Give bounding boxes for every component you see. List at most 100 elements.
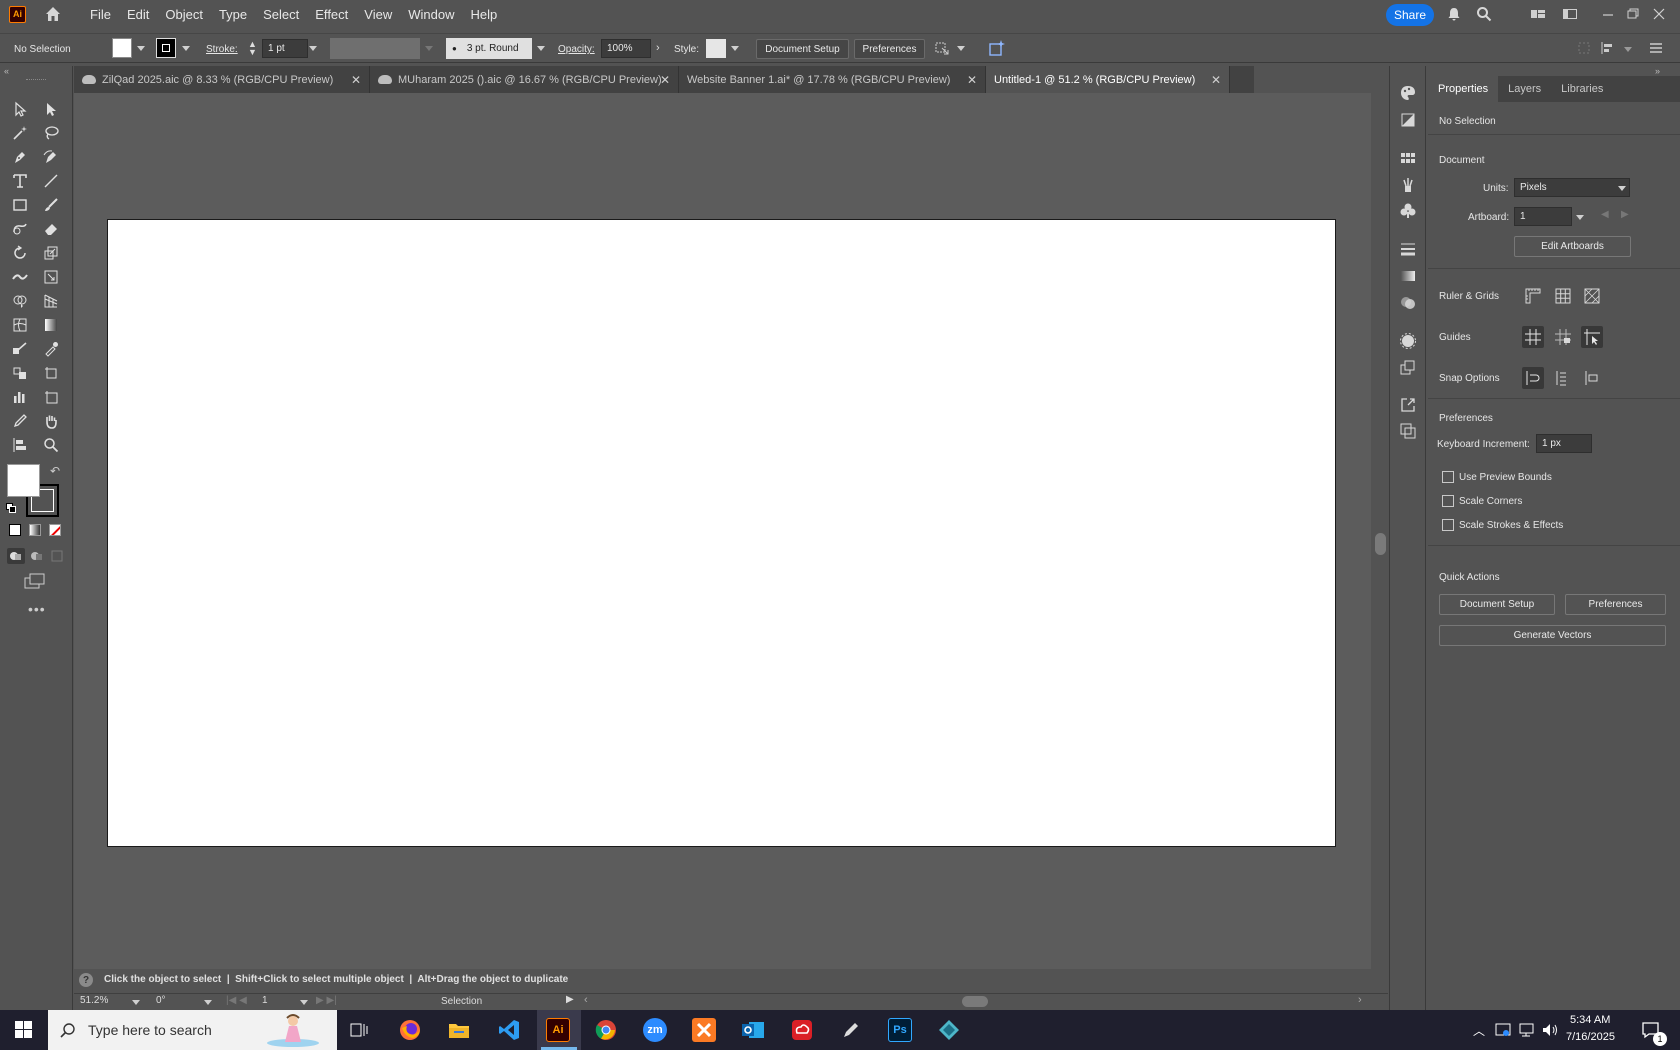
vertical-scroll-thumb[interactable] [1375,533,1386,555]
zoom-app-icon[interactable]: zm [643,1018,667,1042]
rotate-tool-icon[interactable] [9,242,31,264]
bell-icon[interactable] [1446,6,1462,22]
perspective-grid-tool-icon[interactable] [40,290,62,312]
opacity-arrow-icon[interactable]: › [656,42,660,54]
stroke-weight-input[interactable]: 1 pt [262,39,308,58]
restore-icon[interactable] [1625,6,1641,22]
stroke-weight-caret[interactable] [309,46,317,51]
brush-caret[interactable] [537,46,545,51]
tab-zilqad[interactable]: ZilQad 2025.aic @ 8.33 % (RGB/CPU Previe… [74,66,370,93]
brushes-icon[interactable] [1399,176,1417,194]
swap-colors-icon[interactable]: ↶ [50,464,60,478]
outlook-icon[interactable] [741,1018,765,1042]
menu-edit[interactable]: Edit [119,7,157,22]
scale-tool-icon[interactable] [40,242,62,264]
variable-width-profile[interactable] [330,38,420,59]
blend-tool-icon[interactable] [9,338,31,360]
magic-wand-tool-icon[interactable] [9,122,31,144]
shaper-tool-icon[interactable] [9,218,31,240]
align-caret[interactable] [1624,47,1632,52]
tab-libraries[interactable]: Libraries [1551,76,1613,102]
arrange-icon[interactable] [934,40,952,58]
share-button[interactable]: Share [1386,4,1434,26]
illustrator-taskbar-icon[interactable]: Ai [546,1018,570,1042]
clock-time[interactable]: 5:34 AM [1570,1014,1610,1026]
shape-builder-tool-icon[interactable] [9,290,31,312]
tray-app-icon[interactable] [1495,1022,1511,1038]
hand-tool-icon[interactable] [40,410,62,432]
snap-to-glyph-icon[interactable] [1581,367,1603,389]
artboard-caret[interactable] [1576,215,1584,220]
swatches-icon[interactable] [1399,149,1417,167]
menu-type[interactable]: Type [211,7,255,22]
screen-mode-icon[interactable] [24,573,46,589]
artboard-number-caret[interactable] [300,1000,308,1005]
color-guide-icon[interactable] [1399,111,1417,129]
transparency-icon[interactable] [1399,294,1417,312]
paintbrush-tool-icon[interactable] [40,194,62,216]
transparency-grid-icon[interactable] [1581,285,1603,307]
stroke-swatch[interactable] [156,38,176,58]
rectangle-tool-icon[interactable] [9,194,31,216]
canvas-area[interactable] [74,93,1371,969]
tab-layers[interactable]: Layers [1498,76,1551,102]
photoshop-taskbar-icon[interactable]: Ps [888,1018,912,1042]
default-colors-icon[interactable] [6,503,16,513]
fill-color-front[interactable] [7,464,40,497]
tab-untitled-1[interactable]: Untitled-1 @ 51.2 % (RGB/CPU Preview) ✕ [986,66,1230,93]
none-mode-icon[interactable] [49,524,61,536]
brush-definition[interactable]: ● 3 pt. Round [446,38,532,59]
snap-to-pixel-icon[interactable] [1552,367,1574,389]
xampp-icon[interactable] [692,1018,716,1042]
pen-app-icon[interactable] [839,1018,863,1042]
pen-tool-icon[interactable] [9,146,31,168]
more-tools-icon[interactable]: ••• [28,601,46,617]
gradient-panel-icon[interactable] [1399,267,1417,285]
status-menu-icon[interactable]: ▶ [566,994,574,1005]
snap-to-point-icon[interactable] [1522,367,1544,389]
close-window-icon[interactable] [1651,6,1667,22]
qa-preferences-button[interactable]: Preferences [1565,594,1666,615]
minimize-icon[interactable] [1600,6,1616,22]
draw-normal-icon[interactable] [7,548,25,564]
menu-view[interactable]: View [356,7,400,22]
menu-object[interactable]: Object [157,7,211,22]
eyedropper-tool-icon[interactable] [40,338,62,360]
network-icon[interactable] [1518,1022,1536,1038]
arrange-caret[interactable] [957,46,965,51]
chrome-icon[interactable] [594,1018,618,1042]
graphic-style-swatch[interactable] [706,39,726,58]
tab-website-banner[interactable]: Website Banner 1.ai* @ 17.78 % (RGB/CPU … [679,66,986,93]
transform-icon[interactable] [1577,41,1591,55]
stroke-stepper-icon[interactable]: ▲ ▼ [248,40,257,57]
show-guides-icon[interactable] [1522,326,1544,348]
panel-grip[interactable] [26,79,46,81]
menu-file[interactable]: File [82,7,119,22]
pencil-tool-icon[interactable] [9,410,31,432]
close-tab-icon[interactable]: ✕ [967,73,977,87]
artboard-tool-icon[interactable] [40,362,62,384]
menu-help[interactable]: Help [462,7,505,22]
help-icon[interactable]: ? [79,973,93,987]
collapse-right-panel-icon[interactable]: » [1655,66,1660,76]
file-explorer-icon[interactable] [447,1018,471,1042]
zoom-field[interactable]: 51.2% [76,995,128,1009]
firefox-icon[interactable] [398,1018,422,1042]
use-preview-bounds-checkbox[interactable] [1442,471,1454,483]
draw-behind-icon[interactable] [28,548,46,564]
lasso-tool-icon[interactable] [40,122,62,144]
line-segment-tool-icon[interactable] [40,170,62,192]
scale-strokes-checkbox[interactable] [1442,519,1454,531]
menu-effect[interactable]: Effect [307,7,356,22]
horizontal-scroll-thumb[interactable] [962,996,988,1007]
tray-chevron-icon[interactable]: ︿ [1473,1022,1485,1039]
vscode-icon[interactable] [497,1018,521,1042]
vertical-scrollbar[interactable]: ⌄ [1371,93,1388,993]
selection-tool-icon[interactable] [9,98,31,120]
graphic-styles-icon[interactable] [1399,358,1417,376]
pathfinder-icon[interactable] [1399,422,1417,440]
tab-muharam[interactable]: MUharam 2025 ().aic @ 16.67 % (RGB/CPU P… [370,66,679,93]
rotation-field[interactable]: 0° [152,995,204,1009]
home-icon[interactable] [44,5,62,23]
opacity-input[interactable]: 100% [601,39,651,58]
